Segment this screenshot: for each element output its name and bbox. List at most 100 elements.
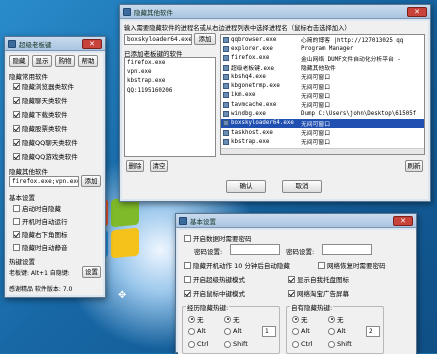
ad-screen-option[interactable]: 网络淘宝广告屏幕: [288, 288, 349, 298]
auto-mute-option[interactable]: 隐藏时自动静音: [13, 242, 68, 252]
hk1-none-radio-2[interactable]: 无: [224, 314, 240, 324]
checkbox[interactable]: [13, 217, 20, 225]
checkbox[interactable]: [184, 234, 191, 242]
hk2-none-radio-2[interactable]: 无: [328, 314, 344, 324]
process-row-selected[interactable]: boxskyloader64.exe 无间可窗口: [221, 118, 424, 128]
hide-browser-option[interactable]: 隐藏浏览器类软件: [13, 81, 74, 91]
radio[interactable]: [224, 327, 231, 335]
hotkey1-key-field[interactable]: 1: [262, 326, 276, 337]
process-input[interactable]: boxskyloader64.exe: [124, 34, 192, 45]
hk2-alt-radio[interactable]: Alt: [292, 327, 310, 335]
hk1-alt-radio-2[interactable]: Alt: [224, 327, 242, 335]
process-row[interactable]: tavmcache.exe 无间可窗口: [221, 100, 424, 109]
checkbox[interactable]: [288, 275, 295, 283]
radio[interactable]: [292, 340, 299, 348]
checkbox[interactable]: [13, 243, 20, 251]
list-item[interactable]: vpn.exe: [125, 67, 215, 76]
close-button[interactable]: ✕: [82, 38, 102, 49]
other-software-field[interactable]: firefox.exe;vpn.exe;: [9, 176, 79, 187]
hk1-none-radio[interactable]: 无: [188, 314, 204, 324]
cancel-button[interactable]: 取消: [282, 180, 322, 193]
password-confirm-field[interactable]: [322, 244, 372, 255]
confirm-button[interactable]: 确认: [226, 180, 266, 193]
timer-hide-option[interactable]: 隐藏开机动作 10 分钟后自动隐藏: [184, 260, 290, 270]
radio[interactable]: [188, 315, 195, 323]
hk1-ctrl-radio[interactable]: Ctrl: [188, 340, 209, 348]
hide-stock-option[interactable]: 隐藏股票类软件: [13, 123, 68, 133]
radio[interactable]: [328, 340, 335, 348]
checkbox[interactable]: [13, 110, 20, 118]
radio[interactable]: [328, 327, 335, 335]
radio[interactable]: [292, 327, 299, 335]
super-hotkey-option[interactable]: 开启超级热键模式: [184, 274, 245, 284]
list-item[interactable]: kbstrap.exe: [125, 77, 215, 86]
checkbox[interactable]: [184, 275, 191, 283]
process-row[interactable]: kbshq4.exe 无间可窗口: [221, 72, 424, 81]
hk2-none-radio[interactable]: 无: [292, 314, 308, 324]
close-button[interactable]: ✕: [407, 6, 427, 17]
process-row[interactable]: windbg.exe Dump C:\Users\john\Desktop\615…: [221, 109, 424, 118]
process-list[interactable]: qqbrowser.exe 心简的博客 |http://127013025 qq …: [220, 34, 425, 155]
hide-button[interactable]: 隐藏: [9, 55, 29, 67]
hk1-shift-radio[interactable]: Shift: [224, 340, 248, 348]
list-item[interactable]: QQ:1195160206: [125, 86, 215, 95]
show-button[interactable]: 显示: [32, 55, 52, 67]
checkbox[interactable]: [13, 82, 20, 90]
process-row[interactable]: ikm.exe 无间可窗口: [221, 91, 424, 100]
checkbox[interactable]: [13, 230, 20, 238]
horizontal-scrollbar[interactable]: [221, 148, 424, 154]
hotkey2-key-field[interactable]: 2: [366, 326, 380, 337]
hk2-alt-radio-2[interactable]: Alt: [328, 327, 346, 335]
checkbox[interactable]: [13, 138, 20, 146]
clear-button[interactable]: 清空: [150, 160, 168, 172]
shop-button[interactable]: 购物: [55, 55, 75, 67]
process-row[interactable]: 超级老板键.exe 隐藏其他软件: [221, 63, 424, 72]
process-row[interactable]: taskhost.exe 无间可窗口: [221, 128, 424, 137]
hk2-shift-radio[interactable]: Shift: [328, 340, 352, 348]
add-process-button[interactable]: 添加: [194, 33, 216, 45]
add-button[interactable]: 添加: [81, 175, 101, 187]
checkbox[interactable]: [13, 204, 20, 212]
checkbox[interactable]: [13, 152, 20, 160]
checkbox[interactable]: [184, 289, 191, 297]
process-row[interactable]: kbstrap.exe 无间可窗口: [221, 137, 424, 146]
checkbox[interactable]: [13, 124, 20, 132]
process-name: kbshq4.exe: [231, 73, 266, 80]
delete-button[interactable]: 删除: [126, 160, 144, 172]
hide-qq-game-option[interactable]: 隐藏QQ游戏类软件: [13, 151, 78, 161]
list-item[interactable]: firefox.exe: [125, 58, 215, 67]
settings-button[interactable]: 设置: [82, 266, 101, 278]
hide-tray-option[interactable]: 隐藏右下角图标: [13, 229, 68, 239]
radio[interactable]: [328, 315, 335, 323]
added-list[interactable]: firefox.exe vpn.exe kbstrap.exe QQ:11951…: [124, 57, 216, 157]
radio[interactable]: [224, 315, 231, 323]
hide-qq-chat-option[interactable]: 隐藏QQ聊天类软件: [13, 137, 78, 147]
autorun-option[interactable]: 开机时自动运行: [13, 216, 68, 226]
password-option[interactable]: 开启数据时需要密码: [184, 233, 252, 243]
middle-click-option[interactable]: 开启鼠标中键模式: [184, 288, 245, 298]
hk1-alt-radio[interactable]: Alt: [188, 327, 206, 335]
password-field[interactable]: [230, 244, 280, 255]
checkbox[interactable]: [288, 289, 295, 297]
process-row[interactable]: firefox.exe 金山网络 DUMF文件自动化分析平台 -: [221, 54, 424, 63]
process-row[interactable]: kbgonetrmp.exe 无间可窗口: [221, 81, 424, 91]
close-button[interactable]: ✕: [393, 215, 413, 226]
help-button[interactable]: 帮助: [78, 55, 98, 67]
radio[interactable]: [224, 340, 231, 348]
checkbox[interactable]: [13, 96, 20, 104]
radio[interactable]: [188, 340, 195, 348]
hide-chat-option[interactable]: 隐藏聊天类软件: [13, 95, 68, 105]
checkbox[interactable]: [184, 261, 191, 269]
hide-download-option[interactable]: 隐藏下载类软件: [13, 109, 68, 119]
hk2-ctrl-radio[interactable]: Ctrl: [292, 340, 313, 348]
checkbox[interactable]: [318, 261, 325, 269]
tray-icon-option[interactable]: 显示自我托盘图标: [288, 274, 349, 284]
refresh-button[interactable]: 刷新: [405, 160, 423, 172]
net-password-option[interactable]: 网络恢复时需要密码: [318, 260, 386, 270]
radio[interactable]: [292, 315, 299, 323]
process-row[interactable]: qqbrowser.exe 心简的博客 |http://127013025 qq: [221, 35, 424, 44]
self-hide-option[interactable]: 启动时自隐藏: [13, 203, 61, 213]
process-row[interactable]: explorer.exe Program Manager: [221, 44, 424, 53]
process-name: kbgonetrmp.exe: [231, 83, 280, 90]
radio[interactable]: [188, 327, 195, 335]
